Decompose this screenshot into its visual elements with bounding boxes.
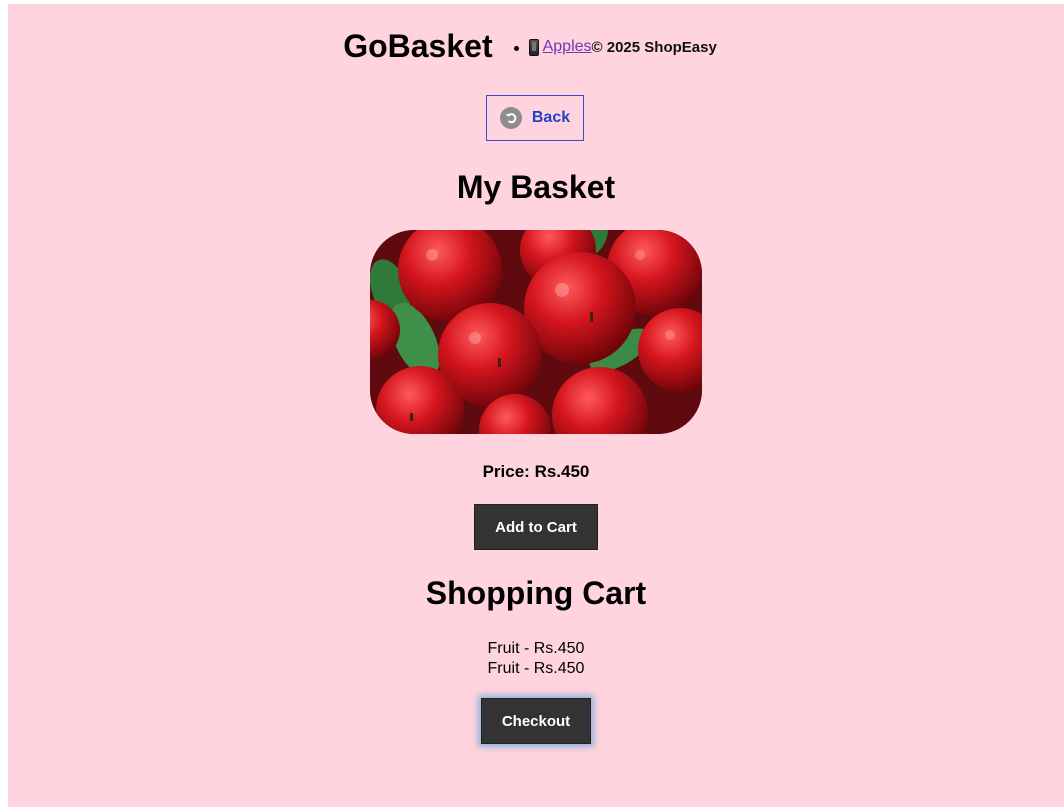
add-to-cart-button[interactable]: Add to Cart	[474, 504, 598, 550]
back-arrow-icon	[499, 107, 522, 129]
back-button[interactable]: Back	[486, 95, 584, 141]
brand-title: GoBasket	[343, 28, 493, 64]
basket-title: My Basket	[456, 169, 616, 205]
nav-bullet	[513, 45, 519, 51]
header: GoBasket Apples © 2025 ShopEasy	[2, 28, 1058, 64]
checkout-button[interactable]: Checkout	[481, 698, 591, 744]
cart-item: Fruit - Rs.450	[487, 640, 585, 657]
copyright-text: © 2025 ShopEasy	[591, 38, 717, 56]
phone-icon	[528, 38, 539, 56]
cart-item: Fruit - Rs.450	[487, 660, 585, 677]
price-text: Price: Rs.450	[482, 462, 590, 481]
page-container: GoBasket Apples © 2025 ShopEasy Back My …	[8, 4, 1064, 807]
nav-link-label: Apples	[542, 38, 592, 55]
product-image	[370, 230, 702, 434]
nav-link-apples[interactable]: Apples	[528, 38, 592, 56]
back-button-label: Back	[531, 109, 571, 126]
cart-title: Shopping Cart	[425, 575, 647, 611]
cart-list: Fruit - Rs.450 Fruit - Rs.450	[8, 639, 1064, 679]
